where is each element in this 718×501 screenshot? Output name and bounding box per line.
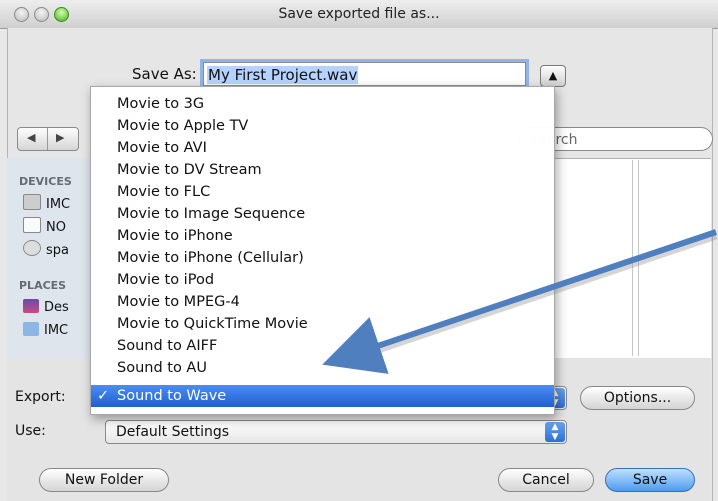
annotation-arrow xyxy=(322,229,718,374)
